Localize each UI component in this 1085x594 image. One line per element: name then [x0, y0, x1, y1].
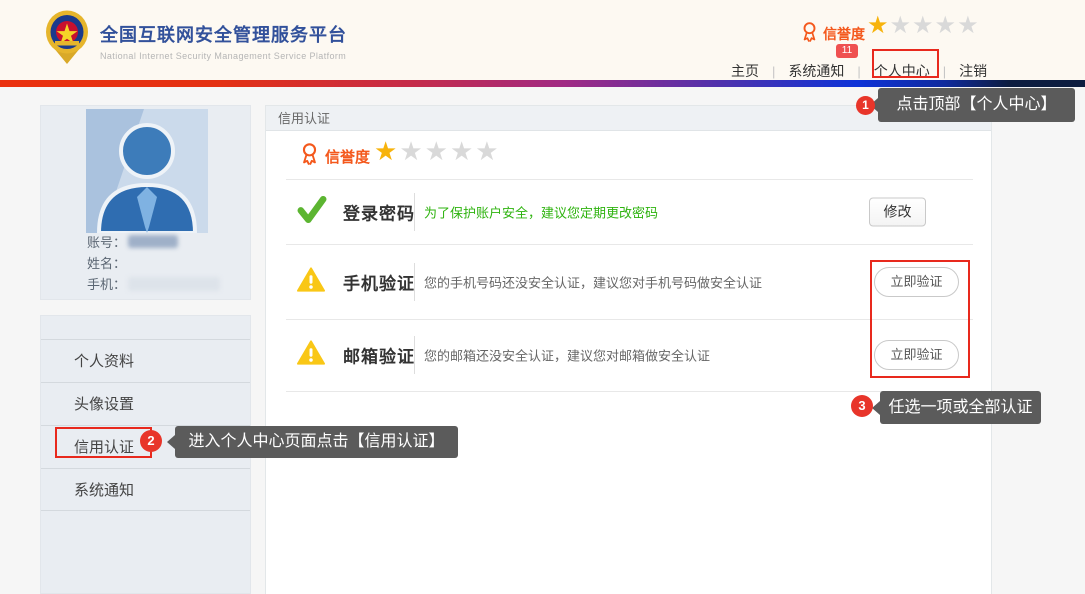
verify-phone-button[interactable]: 立即验证 — [874, 266, 959, 297]
row-description: 您的邮箱还没安全认证，建议您对邮箱做安全认证 — [424, 348, 711, 364]
star-icon: ★ — [374, 136, 400, 166]
row-login-password: 登录密码 为了保护账户安全，建议您定期更改密码 修改 — [266, 179, 993, 244]
account-label: 账号： — [87, 235, 127, 250]
phone-row: 手机： — [87, 274, 221, 293]
star-icon: ★ — [475, 136, 501, 166]
sidebar-item-system-notice[interactable]: 系统通知 — [41, 468, 250, 511]
reputation-label: 信誉度 — [325, 148, 371, 166]
site-title: 全国互联网安全管理服务平台 — [100, 24, 347, 45]
credit-auth-panel: 信用认证 信誉度 ★★★★★ 登录密码 为了保护账户安全，建议您定期更改密码 修… — [265, 105, 992, 594]
annotation-tooltip-1: 点击顶部【个人中心】 — [878, 88, 1075, 122]
name-label: 姓名： — [87, 256, 127, 271]
star-icon: ★ — [889, 12, 913, 39]
row-description: 为了保护账户安全，建议您定期更改密码 — [424, 205, 659, 220]
divider — [414, 262, 415, 301]
divider — [286, 391, 973, 392]
avatar — [86, 109, 208, 235]
annotation-tooltip-3: 任选一项或全部认证 — [880, 391, 1041, 424]
step-badge-3: 3 — [851, 395, 873, 417]
page: 全国互联网安全管理服务平台 National Internet Security… — [0, 0, 1085, 594]
star-icon: ★ — [449, 136, 476, 166]
annotation-tooltip-2: 进入个人中心页面点击【信用认证】 — [175, 426, 458, 458]
star-rating: ★★★★★ — [374, 138, 501, 165]
divider — [414, 192, 415, 231]
name-row: 姓名： — [87, 253, 126, 272]
nav-personal-center[interactable]: 个人中心 — [874, 61, 930, 81]
star-icon: ★ — [957, 12, 980, 39]
star-icon: ★ — [912, 12, 935, 39]
row-email-verify: 邮箱验证 您的邮箱还没安全认证，建议您对邮箱做安全认证 立即验证 — [266, 319, 993, 391]
reputation-label: 信誉度 — [823, 26, 865, 42]
row-label: 手机验证 — [343, 274, 415, 293]
reputation-row: 信誉度 — [300, 142, 370, 170]
modify-password-button[interactable]: 修改 — [869, 197, 926, 226]
top-nav: 主页 系统通知 个人中心 注销 — [731, 61, 987, 81]
star-icon: ★ — [867, 12, 890, 39]
notification-badge[interactable]: 11 — [836, 44, 858, 58]
sidebar-item-avatar-settings[interactable]: 头像设置 — [41, 382, 250, 425]
check-icon — [297, 195, 327, 228]
brand: 全国互联网安全管理服务平台 National Internet Security… — [44, 10, 347, 71]
brand-text: 全国互联网安全管理服务平台 National Internet Security… — [100, 21, 347, 61]
nav-home[interactable]: 主页 — [731, 61, 759, 81]
row-label: 登录密码 — [343, 204, 415, 223]
warning-icon — [297, 340, 325, 371]
star-rating: ★★★★★ — [867, 14, 980, 38]
account-row: 账号： — [87, 232, 179, 251]
divider — [414, 336, 415, 374]
nav-separator — [943, 64, 946, 79]
site-header: 全国互联网安全管理服务平台 National Internet Security… — [0, 0, 1085, 80]
police-badge-logo-icon — [44, 10, 90, 71]
phone-value-redacted — [128, 276, 221, 291]
sidebar-profile-panel: 账号： 姓名： 手机： — [40, 105, 251, 300]
sidebar-item-profile[interactable]: 个人资料 — [41, 339, 250, 382]
medal-icon — [801, 21, 818, 47]
nav-separator — [857, 64, 860, 79]
row-label: 邮箱验证 — [343, 347, 415, 367]
star-icon: ★ — [424, 136, 450, 166]
account-value-redacted — [128, 235, 179, 248]
medal-icon — [300, 142, 319, 170]
site-subtitle: National Internet Security Management Se… — [100, 50, 347, 61]
step-badge-1: 1 — [856, 96, 875, 115]
verify-email-button[interactable]: 立即验证 — [874, 340, 959, 370]
phone-label: 手机： — [87, 277, 127, 292]
header-gradient-bar — [0, 80, 1085, 87]
nav-logout[interactable]: 注销 — [959, 61, 987, 81]
sidebar-menu: 个人资料 头像设置 信用认证 系统通知 — [41, 339, 250, 511]
row-phone-verify: 手机验证 您的手机号码还没安全认证，建议您对手机号码做安全认证 立即验证 — [266, 244, 993, 319]
step-badge-2: 2 — [140, 430, 162, 452]
nav-system-notice[interactable]: 系统通知 — [788, 61, 844, 81]
row-description: 您的手机号码还没安全认证，建议您对手机号码做安全认证 — [424, 275, 763, 290]
warning-icon — [297, 266, 325, 297]
star-icon: ★ — [934, 12, 958, 39]
star-icon: ★ — [399, 136, 425, 166]
nav-separator — [772, 64, 775, 79]
